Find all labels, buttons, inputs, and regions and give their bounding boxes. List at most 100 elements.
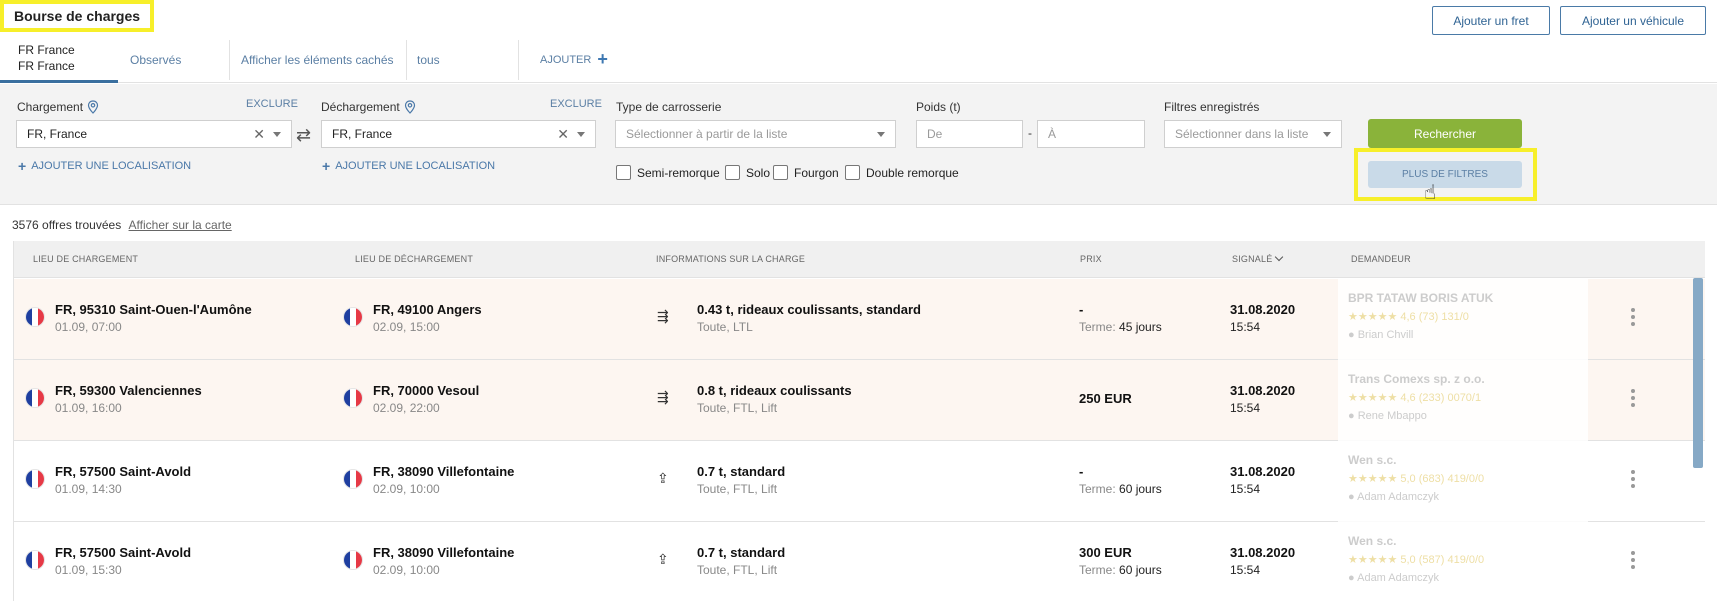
user-icon: ● xyxy=(1348,410,1355,422)
clear-icon[interactable]: ✕ xyxy=(557,126,569,143)
user-icon: ● xyxy=(1348,329,1355,341)
requester-contact: ● Adam Adamczyk xyxy=(1348,491,1439,503)
checkbox-semi-trailer[interactable]: Semi-remorque xyxy=(616,165,720,180)
unloading-exclude-toggle[interactable]: EXCLURE xyxy=(550,98,602,110)
reported-time: 15:54 xyxy=(1230,320,1261,334)
weight-to-input[interactable]: À xyxy=(1037,120,1145,148)
truck-loading-icon: ⇶ xyxy=(657,308,669,324)
header-reported[interactable]: SIGNALÉ xyxy=(1232,252,1284,264)
weight-from-input[interactable]: De xyxy=(916,120,1023,148)
tab-observed[interactable]: Observés xyxy=(120,36,191,83)
price: - xyxy=(1079,464,1084,479)
header-unloading-place[interactable]: LIEU DE DÉCHARGEMENT xyxy=(355,254,473,264)
add-freight-button[interactable]: Ajouter un fret xyxy=(1432,6,1550,35)
checkbox-solo[interactable]: Solo xyxy=(725,165,770,180)
requester-rating: ★★★★★ 5,0 (683) 419/0/0 xyxy=(1348,472,1484,485)
header-loading-place[interactable]: LIEU DE CHARGEMENT xyxy=(33,254,138,264)
tab-fr-france-line1: FR France xyxy=(18,43,75,57)
unloading-place: FR, 70000 Vesoul xyxy=(373,383,480,398)
add-vehicle-button[interactable]: Ajouter un véhicule xyxy=(1560,6,1706,35)
chevron-down-icon[interactable] xyxy=(273,131,281,137)
loading-exclude-toggle[interactable]: EXCLURE xyxy=(246,98,298,110)
body-type-select[interactable]: Sélectionner à partir de la liste xyxy=(615,120,896,148)
unloading-location-value: FR, France xyxy=(332,127,393,141)
requester-card[interactable]: Wen s.c. ★★★★★ 5,0 (587) 419/0/0 ● Adam … xyxy=(1338,522,1588,601)
reported-time: 15:54 xyxy=(1230,563,1261,577)
unloading-place: FR, 38090 Villefontaine xyxy=(373,464,515,479)
tab-add-label: AJOUTER xyxy=(540,53,592,66)
header-price[interactable]: PRIX xyxy=(1080,254,1102,264)
loading-add-location-link[interactable]: + AJOUTER UNE LOCALISATION xyxy=(18,158,191,174)
requester-card[interactable]: Trans Comexs sp. z o.o. ★★★★★ 4,6 (233) … xyxy=(1338,360,1588,441)
weight-to-placeholder: À xyxy=(1048,127,1057,141)
unloading-add-location-link[interactable]: + AJOUTER UNE LOCALISATION xyxy=(322,158,495,174)
requester-contact-name: Rene Mbappo xyxy=(1357,410,1427,422)
show-on-map-link[interactable]: Afficher sur la carte xyxy=(129,218,232,232)
loading-place: FR, 57500 Saint-Avold xyxy=(55,464,192,479)
tab-fr-france[interactable]: FR France FR France xyxy=(0,36,118,83)
header-requester[interactable]: DEMANDEUR xyxy=(1351,254,1411,264)
reported-date: 31.08.2020 xyxy=(1230,464,1296,479)
checkbox-box[interactable] xyxy=(725,165,740,180)
france-flag-icon xyxy=(343,388,363,408)
unloading-date: 02.09, 22:00 xyxy=(373,401,440,415)
more-filters-button[interactable]: PLUS DE FILTRES xyxy=(1368,161,1522,188)
requester-contact: ● Adam Adamczyk xyxy=(1348,572,1439,584)
swap-icon[interactable]: ⇄ xyxy=(296,125,311,146)
row-menu-icon[interactable] xyxy=(1631,389,1635,407)
cargo-details: Toute, FTL, Lift xyxy=(697,482,778,496)
requester-rating-text: 5,0 (683) 419/0/0 xyxy=(1400,473,1485,485)
tab-all[interactable]: tous xyxy=(407,36,450,83)
location-pin-icon xyxy=(87,100,99,114)
checkbox-box[interactable] xyxy=(845,165,860,180)
loading-date: 01.09, 15:30 xyxy=(55,563,122,577)
tab-add-button[interactable]: AJOUTER + xyxy=(540,36,608,83)
plus-icon: + xyxy=(322,158,331,174)
header-cargo-info[interactable]: INFORMATIONS SUR LA CHARGE xyxy=(656,254,805,264)
checkbox-box[interactable] xyxy=(616,165,631,180)
checkbox-double-trailer[interactable]: Double remorque xyxy=(845,165,959,180)
requester-card[interactable]: BPR TATAW BORIS ATUK ★★★★★ 4,6 (73) 131/… xyxy=(1338,279,1588,360)
upload-box-icon: ⇪ xyxy=(657,551,669,567)
loading-place: FR, 59300 Valenciennes xyxy=(55,383,202,398)
table-scrollbar[interactable] xyxy=(1693,278,1703,468)
body-type-label: Type de carrosserie xyxy=(616,100,722,114)
plus-icon: + xyxy=(18,158,27,174)
cargo-description: 0.8 t, rideaux coulissants xyxy=(697,383,852,398)
unloading-label-text: Déchargement xyxy=(321,100,400,114)
clear-icon[interactable]: ✕ xyxy=(253,126,265,143)
search-button[interactable]: Rechercher xyxy=(1368,119,1522,148)
weight-label: Poids (t) xyxy=(916,100,961,114)
weight-range-dash: - xyxy=(1028,126,1032,140)
header-reported-text: SIGNALÉ xyxy=(1232,254,1273,264)
saved-filters-select[interactable]: Sélectionner dans la liste xyxy=(1164,120,1342,148)
results-count: 3576 xyxy=(12,218,39,232)
france-flag-icon xyxy=(343,307,363,327)
table-row[interactable]: FR, 57500 Saint-Avold 01.09, 14:30 FR, 3… xyxy=(14,441,1705,522)
unloading-location-input[interactable]: FR, France ✕ xyxy=(321,120,596,148)
location-pin-icon xyxy=(404,100,415,114)
checkbox-box[interactable] xyxy=(773,165,788,180)
user-icon: ● xyxy=(1348,572,1355,584)
chevron-down-icon[interactable] xyxy=(577,131,585,137)
table-row[interactable]: FR, 59300 Valenciennes 01.09, 16:00 FR, … xyxy=(14,360,1705,441)
reported-date: 31.08.2020 xyxy=(1230,545,1296,560)
requester-card[interactable]: Wen s.c. ★★★★★ 5,0 (683) 419/0/0 ● Adam … xyxy=(1338,441,1588,522)
chevron-down-icon xyxy=(1275,252,1284,262)
tab-divider xyxy=(229,40,230,80)
page-title: Bourse de charges xyxy=(0,0,155,32)
row-menu-icon[interactable] xyxy=(1631,308,1635,326)
table-row[interactable]: FR, 95310 Saint-Ouen-l'Aumône 01.09, 07:… xyxy=(14,279,1705,360)
row-menu-icon[interactable] xyxy=(1631,470,1635,488)
checkbox-van[interactable]: Fourgon xyxy=(773,165,839,180)
row-menu-icon[interactable] xyxy=(1631,551,1635,569)
loading-location-input[interactable]: FR, France ✕ xyxy=(16,120,292,148)
more-filters-highlight: PLUS DE FILTRES xyxy=(1354,148,1537,201)
tab-hidden-items[interactable]: Afficher les éléments cachés xyxy=(231,36,404,83)
filter-panel: Chargement EXCLURE FR, France ✕ + AJOUTE… xyxy=(0,84,1717,205)
checkbox-label: Solo xyxy=(746,165,771,180)
requester-rating: ★★★★★ 4,6 (73) 131/0 xyxy=(1348,310,1469,323)
table-row[interactable]: FR, 57500 Saint-Avold 01.09, 15:30 FR, 3… xyxy=(14,522,1705,601)
table-header: LIEU DE CHARGEMENT LIEU DE DÉCHARGEMENT … xyxy=(14,241,1705,278)
requester-name: Wen s.c. xyxy=(1348,534,1397,548)
